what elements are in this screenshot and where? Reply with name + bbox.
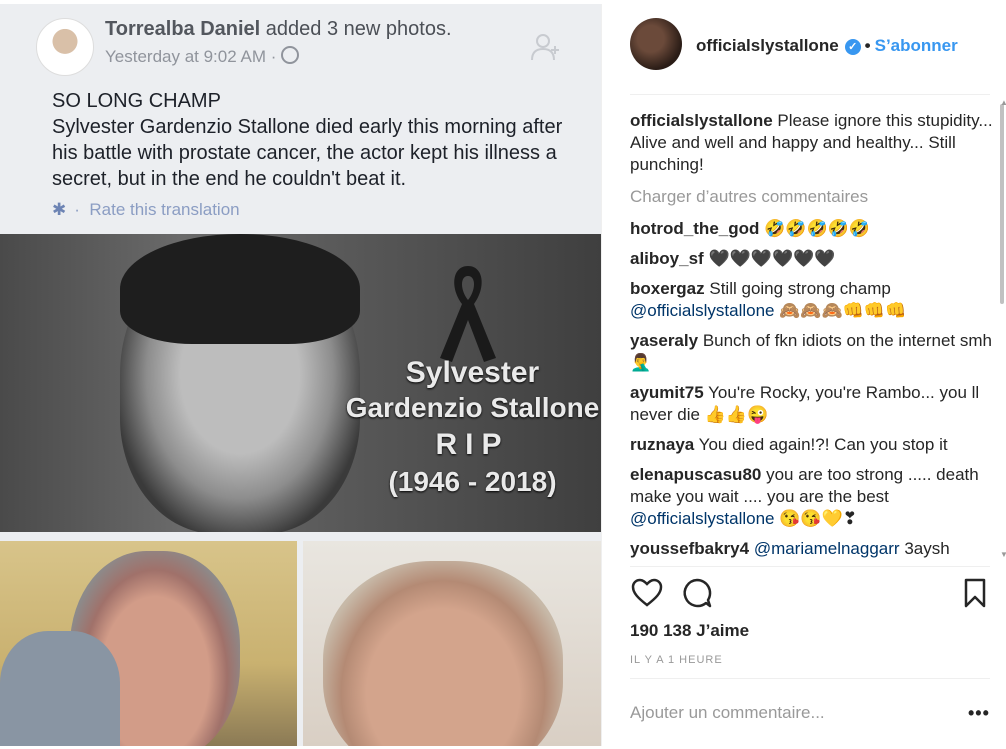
scroll-down-arrow-icon[interactable]: ▼: [1000, 550, 1006, 559]
rate-dot: ·: [74, 200, 80, 219]
comment-mention[interactable]: @officialslystallone: [630, 301, 775, 320]
comment-item: yaseraly Bunch of fkn idiots on the inte…: [630, 330, 995, 374]
comment-emoji: 😘😘💛❣: [779, 509, 857, 528]
comment-text: 3aysh: [904, 539, 950, 558]
caption-username[interactable]: officialslystallone: [630, 111, 773, 130]
fb-post-time: Yesterday at 9:02 AM ·: [105, 46, 300, 67]
comment-text: 🖤🖤🖤🖤🖤🖤: [708, 249, 836, 268]
portrait-hair: [120, 234, 360, 344]
gear-icon: ✱: [52, 200, 67, 219]
comment-item: boxergaz Still going strong champ @offic…: [630, 278, 995, 322]
comment-emoji: 🙈🙈🙈👊👊👊: [779, 301, 907, 320]
comment-text: You died again!?! Can you stop it: [698, 435, 948, 454]
fb-author-name: Torrealba Daniel: [105, 18, 261, 40]
rip-line-1: Sylvester: [405, 356, 540, 389]
likes-count[interactable]: 190 138 J’aime: [630, 621, 749, 641]
bookmark-icon[interactable]: [958, 576, 992, 610]
comment-item: hotrod_the_god 🤣🤣🤣🤣🤣: [630, 218, 995, 240]
ig-avatar[interactable]: [630, 18, 682, 70]
comments-scrollbar[interactable]: [998, 98, 1006, 558]
heart-icon[interactable]: [630, 576, 664, 610]
rip-line-2: Gardenzio Stallone: [345, 392, 600, 423]
comment-text: Still going strong champ: [709, 279, 891, 298]
scrollbar-thumb[interactable]: [1000, 104, 1004, 304]
comment-divider: [630, 678, 990, 679]
photo-thumb-left: [0, 541, 297, 746]
comments-list: officialslystallone Please ignore this s…: [630, 110, 995, 558]
comment-username[interactable]: boxergaz: [630, 279, 705, 298]
comment-username[interactable]: youssefbakry4: [630, 539, 749, 558]
rip-line-4: (1946 - 2018): [388, 466, 557, 497]
photo-thumb-right: [303, 541, 601, 746]
header-dot: •: [864, 36, 871, 55]
post-image: Torrealba Daniel added 3 new photos. Yes…: [0, 4, 601, 746]
caption: officialslystallone Please ignore this s…: [630, 110, 995, 176]
fb-avatar: [36, 18, 94, 76]
comment-username[interactable]: hotrod_the_god: [630, 219, 759, 238]
ig-username[interactable]: officialslystallone: [696, 36, 839, 55]
follow-button[interactable]: S’abonner: [875, 36, 958, 55]
rip-caption: Sylvester Gardenzio Stallone RIP (1946 -…: [340, 356, 601, 500]
instagram-panel: officialslystallone ✓ • S’abonner officials…: [601, 4, 1006, 746]
actions-divider: [630, 566, 990, 567]
comment-username[interactable]: yaseraly: [630, 331, 698, 350]
add-friend-icon: [531, 34, 559, 61]
comment-username[interactable]: ayumit75: [630, 383, 704, 402]
comment-username[interactable]: aliboy_sf: [630, 249, 704, 268]
globe-icon: [281, 46, 300, 64]
fb-post-header: Torrealba Daniel added 3 new photos.: [105, 18, 452, 41]
rate-translation-link: Rate this translation: [89, 200, 240, 219]
rip-photo: Sylvester Gardenzio Stallone RIP (1946 -…: [0, 234, 601, 532]
comment-username[interactable]: ruznaya: [630, 435, 694, 454]
comment-item: ayumit75 You're Rocky, you're Rambo... y…: [630, 382, 995, 426]
comment-username[interactable]: elenapuscasu80: [630, 465, 761, 484]
verified-badge-icon: ✓: [844, 39, 861, 55]
comment-item: youssefbakry4 @mariamelnaggarr 3aysh: [630, 538, 995, 558]
comment-mention[interactable]: @officialslystallone: [630, 509, 775, 528]
ig-header-line: officialslystallone ✓ • S’abonner: [696, 36, 958, 56]
comment-item: elenapuscasu80 you are too strong ..... …: [630, 464, 995, 530]
fb-action-text: added 3 new photos.: [265, 18, 452, 40]
rate-translation: ✱ · Rate this translation: [52, 200, 240, 220]
add-comment-input[interactable]: Ajouter un commentaire...: [630, 703, 825, 723]
screenshot-frame: Torrealba Daniel added 3 new photos. Yes…: [0, 0, 1006, 749]
fb-post-text: SO LONG CHAMP Sylvester Gardenzio Stallo…: [52, 88, 572, 192]
rip-line-3: RIP: [435, 428, 510, 461]
fb-time-text: Yesterday at 9:02 AM ·: [105, 47, 277, 66]
fb-post-title: SO LONG CHAMP: [52, 90, 221, 112]
thumb-left-hood: [0, 631, 120, 746]
thumb-right-face: [323, 561, 563, 746]
header-divider: [630, 94, 990, 95]
comment-text: 🤣🤣🤣🤣🤣: [764, 219, 870, 238]
comment-mention[interactable]: @mariamelnaggarr: [754, 539, 900, 558]
comment-bubble-icon[interactable]: [680, 576, 714, 610]
action-bar: [630, 576, 990, 612]
comment-item: ruznaya You died again!?! Can you stop i…: [630, 434, 995, 456]
post-timestamp[interactable]: IL Y A 1 HEURE: [630, 654, 723, 666]
ig-header: officialslystallone ✓ • S’abonner: [602, 4, 1006, 90]
more-options-icon[interactable]: •••: [968, 703, 990, 724]
fb-post-body: Sylvester Gardenzio Stallone died early …: [52, 116, 563, 190]
scroll-up-arrow-icon[interactable]: ▲: [1000, 98, 1006, 107]
mourning-ribbon-icon: [440, 266, 496, 362]
comment-item: aliboy_sf 🖤🖤🖤🖤🖤🖤: [630, 248, 995, 270]
load-more-comments[interactable]: Charger d’autres commentaires: [630, 186, 995, 208]
